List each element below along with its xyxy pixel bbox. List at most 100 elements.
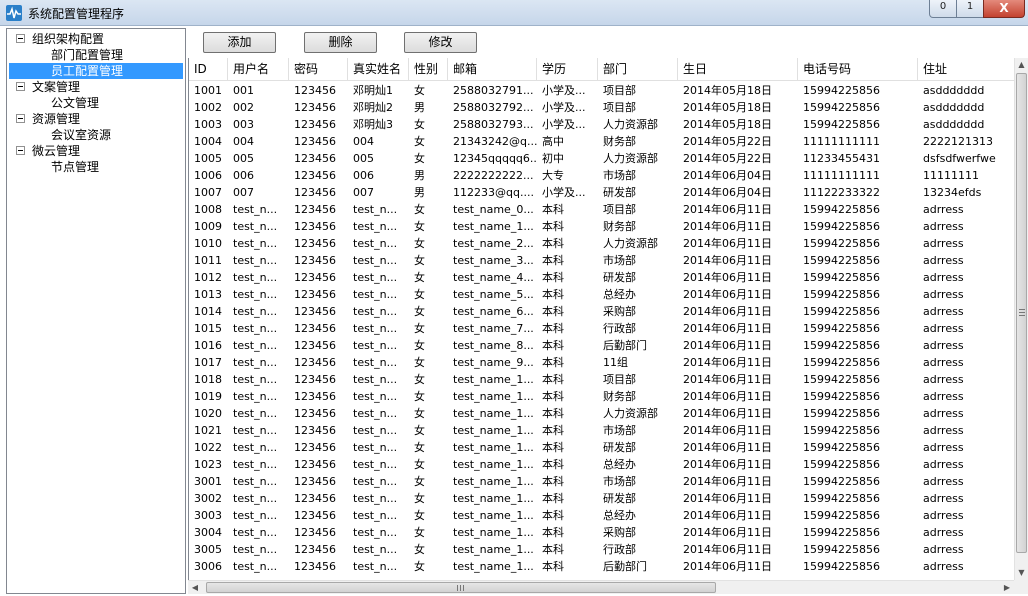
table-row[interactable]: 1014 test_n... 123456 test_n... 女 test_name_6… xyxy=(189,303,1015,320)
table-row[interactable]: 3002 test_n... 123456 test_n... 女 test_name_1… xyxy=(189,490,1015,507)
scroll-up-icon[interactable]: ▲ xyxy=(1015,58,1028,72)
maximize-button[interactable]: 1 xyxy=(956,0,984,18)
table-row[interactable]: 1017 test_n... 123456 test_n... 女 test_name_9… xyxy=(189,354,1015,371)
column-header-email[interactable]: 邮箱 xyxy=(448,58,537,81)
column-header-id[interactable]: ID xyxy=(189,58,228,81)
table-row[interactable]: 3001 test_n... 123456 test_n... 女 test_name_1… xyxy=(189,473,1015,490)
column-header-education[interactable]: 学历 xyxy=(537,58,598,81)
tree-item-employee-config[interactable]: 员工配置管理 xyxy=(9,63,183,79)
close-button[interactable]: X xyxy=(983,0,1025,18)
scroll-right-icon[interactable]: ▶ xyxy=(1000,581,1014,594)
table-row[interactable]: 1012 test_n... 123456 test_n... 女 test_name_4… xyxy=(189,269,1015,286)
table-row[interactable]: 1009 test_n... 123456 test_n... 女 test_name_1… xyxy=(189,218,1015,235)
tree-item-official-docs[interactable]: 公文管理 xyxy=(7,95,185,111)
edit-button[interactable]: 修改 xyxy=(404,32,477,53)
tree-group-label: 组织架构配置 xyxy=(32,32,105,46)
table-row[interactable]: 1007 007 123456 007 男 112233@qq.... 小学及... 研发部 2… xyxy=(189,184,1015,201)
table-row[interactable]: 1013 test_n... 123456 test_n... 女 test_name_5… xyxy=(189,286,1015,303)
employee-table[interactable]: ID 用户名 密码 真实姓名 性别 邮箱 学历 部门 生日 电话号码 住址 1001 001 12345… xyxy=(188,58,1028,594)
cell-username: test_n... xyxy=(233,220,278,233)
cell-department: 市场部 xyxy=(603,475,636,488)
table-row[interactable]: 3004 test_n... 123456 test_n... 女 test_name_1… xyxy=(189,524,1015,541)
column-header-password[interactable]: 密码 xyxy=(289,58,348,81)
vertical-scrollbar[interactable]: ▲ ▼ xyxy=(1014,58,1028,580)
cell-password: 123456 xyxy=(294,509,336,522)
tree-item-node-management[interactable]: 节点管理 xyxy=(7,159,185,175)
navigation-tree[interactable]: 组织架构配置 部门配置管理 员工配置管理 文案管理 公文管理 资源管理 会议室资… xyxy=(6,28,186,594)
table-row[interactable]: 1019 test_n... 123456 test_n... 女 test_name_1… xyxy=(189,388,1015,405)
cell-education: 本科 xyxy=(542,390,564,403)
tree-group-docs[interactable]: 文案管理 xyxy=(7,79,185,95)
horizontal-scroll-thumb[interactable] xyxy=(206,582,716,593)
cell-email: test_name_1... xyxy=(453,475,534,488)
tree-group-org[interactable]: 组织架构配置 xyxy=(7,31,185,47)
table-row[interactable]: 1011 test_n... 123456 test_n... 女 test_name_3… xyxy=(189,252,1015,269)
table-row[interactable]: 3006 test_n... 123456 test_n... 女 test_name_1… xyxy=(189,558,1015,575)
table-row[interactable]: 1023 test_n... 123456 test_n... 女 test_name_1… xyxy=(189,456,1015,473)
add-button[interactable]: 添加 xyxy=(203,32,276,53)
horizontal-scrollbar[interactable]: ◀ ▶ xyxy=(188,580,1014,594)
cell-address: adrress xyxy=(923,220,964,233)
table-row[interactable]: 1022 test_n... 123456 test_n... 女 test_name_1… xyxy=(189,439,1015,456)
cell-username: test_n... xyxy=(233,492,278,505)
tree-group-microcloud[interactable]: 微云管理 xyxy=(7,143,185,159)
delete-button[interactable]: 删除 xyxy=(304,32,377,53)
table-row[interactable]: 1010 test_n... 123456 test_n... 女 test_name_2… xyxy=(189,235,1015,252)
table-row[interactable]: 1015 test_n... 123456 test_n... 女 test_name_7… xyxy=(189,320,1015,337)
table-row[interactable]: 1008 test_n... 123456 test_n... 女 test_name_0… xyxy=(189,201,1015,218)
table-row[interactable]: 1001 001 123456 邓明灿1 女 2588032791... 小学及... 项目部… xyxy=(189,82,1015,99)
table-row[interactable]: 3005 test_n... 123456 test_n... 女 test_name_1… xyxy=(189,541,1015,558)
cell-phone: 15994225856 xyxy=(803,475,880,488)
cell-department: 采购部 xyxy=(603,526,636,539)
cell-email: test_name_7... xyxy=(453,322,534,335)
cell-phone: 15994225856 xyxy=(803,254,880,267)
scroll-down-icon[interactable]: ▼ xyxy=(1015,566,1028,580)
cell-phone: 15994225856 xyxy=(803,84,880,97)
collapse-icon[interactable] xyxy=(16,82,25,91)
column-header-department[interactable]: 部门 xyxy=(598,58,678,81)
cell-gender: 女 xyxy=(414,339,425,352)
column-header-real-name[interactable]: 真实姓名 xyxy=(348,58,409,81)
table-row[interactable]: 1020 test_n... 123456 test_n... 女 test_name_1… xyxy=(189,405,1015,422)
cell-department: 人力资源部 xyxy=(603,118,658,131)
cell-username: 004 xyxy=(233,135,254,148)
scroll-left-icon[interactable]: ◀ xyxy=(188,581,202,594)
cell-username: test_n... xyxy=(233,407,278,420)
cell-password: 123456 xyxy=(294,203,336,216)
cell-gender: 女 xyxy=(414,220,425,233)
table-row[interactable]: 1006 006 123456 006 男 2222222222... 大专 市场部 2014年… xyxy=(189,167,1015,184)
cell-id: 1011 xyxy=(194,254,222,267)
collapse-icon[interactable] xyxy=(16,146,25,155)
minimize-button[interactable]: 0 xyxy=(929,0,957,18)
table-row[interactable]: 1018 test_n... 123456 test_n... 女 test_name_1… xyxy=(189,371,1015,388)
cell-real-name: test_n... xyxy=(353,373,398,386)
vertical-scroll-thumb[interactable] xyxy=(1016,73,1027,553)
collapse-icon[interactable] xyxy=(16,114,25,123)
cell-password: 123456 xyxy=(294,135,336,148)
collapse-icon[interactable] xyxy=(16,34,25,43)
table-row[interactable]: 1003 003 123456 邓明灿3 女 2588032793... 小学及... 人力资… xyxy=(189,116,1015,133)
cell-address: adrress xyxy=(923,254,964,267)
tree-item-department-config[interactable]: 部门配置管理 xyxy=(7,47,185,63)
cell-phone: 11122233322 xyxy=(803,186,880,199)
tree-item-meeting-rooms[interactable]: 会议室资源 xyxy=(7,127,185,143)
cell-password: 123456 xyxy=(294,441,336,454)
table-row[interactable]: 1002 002 123456 邓明灿2 男 2588032792... 小学及... 项目部… xyxy=(189,99,1015,116)
column-header-address[interactable]: 住址 xyxy=(918,58,1018,81)
column-header-birthday[interactable]: 生日 xyxy=(678,58,798,81)
table-row[interactable]: 1005 005 123456 005 女 12345qqqqq6... 初中 人力资源部 20… xyxy=(189,150,1015,167)
tree-group-resources[interactable]: 资源管理 xyxy=(7,111,185,127)
table-row[interactable]: 1016 test_n... 123456 test_n... 女 test_name_8… xyxy=(189,337,1015,354)
cell-password: 123456 xyxy=(294,220,336,233)
cell-real-name: 005 xyxy=(353,152,374,165)
cell-education: 本科 xyxy=(542,271,564,284)
cell-department: 市场部 xyxy=(603,169,636,182)
column-header-username[interactable]: 用户名 xyxy=(228,58,289,81)
table-row[interactable]: 3003 test_n... 123456 test_n... 女 test_name_1… xyxy=(189,507,1015,524)
cell-birthday: 2014年06月11日 xyxy=(683,424,772,437)
column-header-phone[interactable]: 电话号码 xyxy=(798,58,918,81)
table-row[interactable]: 1021 test_n... 123456 test_n... 女 test_name_1… xyxy=(189,422,1015,439)
table-row[interactable]: 1004 004 123456 004 女 21343242@q... 高中 财务部 2014年… xyxy=(189,133,1015,150)
cell-phone: 15994225856 xyxy=(803,509,880,522)
column-header-gender[interactable]: 性别 xyxy=(409,58,448,81)
